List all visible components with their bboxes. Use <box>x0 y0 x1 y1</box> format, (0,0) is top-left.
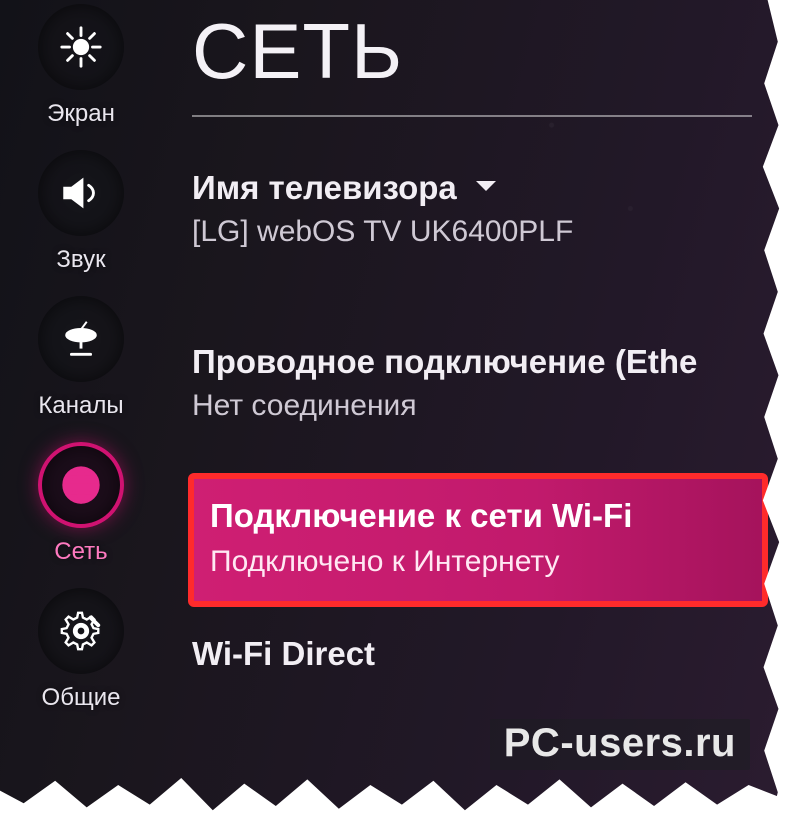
sidebar-item-label: Сеть <box>54 538 107 566</box>
row-tv-name-title: Имя телевизора <box>192 169 457 207</box>
sidebar: Экран Звук Каналы Сеть Общие <box>0 0 162 834</box>
row-wifi-title: Подключение к сети Wi-Fi <box>210 497 746 535</box>
gear-icon <box>38 588 124 674</box>
sidebar-item-screen[interactable]: Экран <box>0 4 162 128</box>
row-wifi-direct-title: Wi-Fi Direct <box>192 635 788 673</box>
sidebar-item-general[interactable]: Общие <box>0 588 162 712</box>
chevron-down-icon <box>471 171 501 206</box>
row-wifi[interactable]: Подключение к сети Wi-Fi Подключено к Ин… <box>192 477 764 603</box>
globe-icon <box>38 442 124 528</box>
row-wired-title: Проводное подключение (Ethe <box>192 343 788 381</box>
sidebar-item-label: Звук <box>56 246 105 274</box>
divider <box>192 115 752 117</box>
row-wifi-direct[interactable]: Wi-Fi Direct <box>192 629 788 691</box>
row-wifi-status: Подключено к Интернету <box>210 545 746 579</box>
page-title: СЕТЬ <box>192 6 788 97</box>
sidebar-item-label: Экран <box>47 100 115 128</box>
brightness-icon <box>38 4 124 90</box>
row-tv-name[interactable]: Имя телевизора [LG] webOS TV UK6400PLF <box>192 163 788 267</box>
main-panel: СЕТЬ Имя телевизора [LG] webOS TV UK6400… <box>162 0 788 834</box>
row-wired-status: Нет соединения <box>192 389 788 423</box>
sidebar-item-label: Общие <box>42 684 121 712</box>
settings-screen: Экран Звук Каналы Сеть Общие <box>0 0 788 834</box>
sidebar-item-label: Каналы <box>38 392 123 420</box>
satellite-icon <box>38 296 124 382</box>
speaker-icon <box>38 150 124 236</box>
sidebar-item-channels[interactable]: Каналы <box>0 296 162 420</box>
sidebar-item-network[interactable]: Сеть <box>0 442 162 566</box>
sidebar-item-sound[interactable]: Звук <box>0 150 162 274</box>
row-tv-name-value: [LG] webOS TV UK6400PLF <box>192 215 788 249</box>
row-wired[interactable]: Проводное подключение (Ethe Нет соединен… <box>192 337 788 441</box>
